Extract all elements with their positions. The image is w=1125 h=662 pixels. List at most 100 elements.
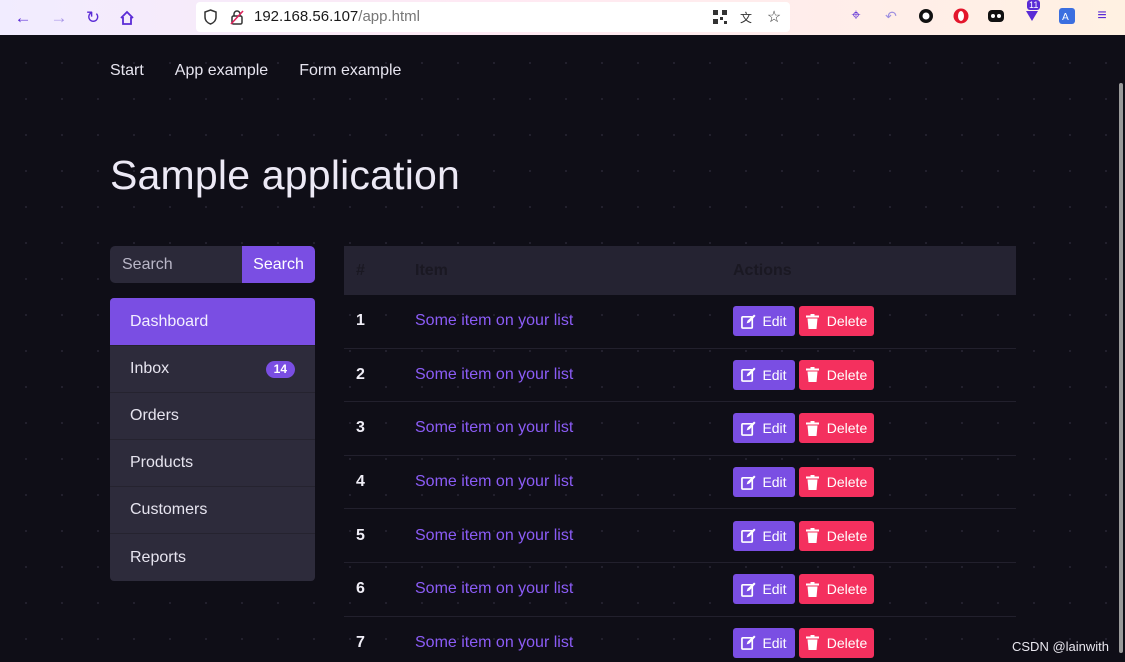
sidebar-item-label: Customers: [130, 501, 208, 518]
item-link[interactable]: Some item on your list: [415, 473, 573, 490]
url-text[interactable]: 192.168.56.107/app.html: [254, 8, 420, 25]
sidebar-item-inbox[interactable]: Inbox 14: [110, 346, 315, 393]
back-icon[interactable]: ←: [6, 0, 40, 35]
item-cell: Some item on your list: [415, 366, 733, 384]
edit-label: Edit: [762, 634, 787, 651]
reload-icon[interactable]: ↻: [76, 0, 110, 35]
row-number: 4: [356, 473, 365, 491]
search-input[interactable]: [110, 246, 242, 283]
column-header-number: #: [356, 261, 365, 279]
page-title: Sample application: [110, 152, 461, 198]
edit-icon: [741, 528, 756, 544]
insecure-lock-icon[interactable]: [228, 8, 246, 26]
crop-extension-icon[interactable]: ⌖: [846, 6, 866, 26]
edit-icon: [741, 421, 756, 436]
edit-button[interactable]: Edit: [733, 306, 795, 337]
sidebar-item-orders[interactable]: Orders: [110, 393, 315, 440]
edit-button[interactable]: Edit: [733, 574, 795, 605]
svg-text:A: A: [1062, 12, 1069, 23]
item-cell: Some item on your list: [415, 527, 733, 545]
sidebar-item-label: Orders: [130, 407, 179, 424]
edit-icon: [741, 314, 756, 329]
table-row: 2 Some item on your list Edit Delete: [344, 349, 1016, 403]
row-number: 5: [356, 526, 365, 544]
item-link[interactable]: Some item on your list: [415, 366, 573, 383]
sidebar-item-label: Reports: [130, 548, 187, 566]
nav-link-form-example[interactable]: Form example: [299, 62, 401, 80]
edit-button[interactable]: Edit: [733, 520, 795, 551]
edit-label: Edit: [762, 313, 787, 330]
edit-label: Edit: [762, 581, 787, 598]
trash-icon: [805, 313, 821, 329]
delete-button[interactable]: Delete: [799, 627, 874, 658]
sidebar-item-label: Products: [130, 454, 194, 471]
opera-extension-icon[interactable]: [951, 6, 971, 26]
delete-label: Delete: [826, 634, 868, 651]
delete-button[interactable]: Delete: [799, 467, 874, 498]
delete-button[interactable]: Delete: [799, 306, 874, 337]
edit-button[interactable]: Edit: [733, 413, 795, 444]
item-link[interactable]: Some item on your list: [415, 634, 573, 651]
edit-icon: [741, 582, 756, 597]
circle-extension-icon[interactable]: [916, 6, 936, 26]
forward-icon[interactable]: →: [42, 0, 76, 35]
item-cell: Some item on your list: [415, 312, 733, 330]
edit-icon: [741, 367, 756, 383]
actions-cell: Edit Delete: [733, 413, 1016, 444]
translate-icon[interactable]: 文: [737, 8, 755, 26]
delete-button[interactable]: Delete: [799, 359, 874, 390]
item-cell: Some item on your list: [415, 634, 733, 652]
delete-button[interactable]: Delete: [799, 574, 874, 605]
sidebar-item-dashboard[interactable]: Dashboard: [110, 298, 315, 346]
shield-icon[interactable]: [201, 8, 219, 26]
table-row: 7 Some item on your list Edit Delete: [344, 617, 1016, 662]
search-button[interactable]: Search: [242, 246, 315, 283]
trash-icon: [805, 420, 821, 436]
edit-icon: [741, 635, 756, 651]
address-bar[interactable]: 192.168.56.107/app.html 文 ☆: [196, 2, 790, 32]
item-link[interactable]: Some item on your list: [415, 419, 573, 436]
table-row: 4 Some item on your list Edit Delete: [344, 456, 1016, 510]
table-row: 5 Some item on your list Edit Delete: [344, 509, 1016, 563]
item-link[interactable]: Some item on your list: [415, 527, 573, 544]
mask-extension-icon[interactable]: [986, 6, 1006, 26]
item-cell: Some item on your list: [415, 473, 733, 491]
sidebar-item-label: Dashboard: [130, 312, 209, 330]
translate-extension-icon[interactable]: A: [1057, 6, 1077, 26]
sidebar-item-reports[interactable]: Reports: [110, 534, 315, 581]
bookmark-star-icon[interactable]: ☆: [765, 8, 783, 26]
row-number: 3: [356, 419, 365, 437]
scrollbar[interactable]: [1119, 83, 1123, 653]
download-extension-icon[interactable]: 11: [1022, 0, 1042, 26]
nav-link-start[interactable]: Start: [110, 62, 144, 80]
edit-label: Edit: [762, 366, 787, 383]
trash-icon: [805, 528, 821, 544]
actions-cell: Edit Delete: [733, 467, 1016, 498]
actions-cell: Edit Delete: [733, 306, 1016, 337]
nav-link-app-example[interactable]: App example: [175, 62, 268, 80]
delete-label: Delete: [826, 527, 868, 544]
sidebar-item-products[interactable]: Products: [110, 440, 315, 487]
home-icon[interactable]: [110, 0, 144, 35]
edit-button[interactable]: Edit: [733, 467, 795, 498]
sidebar-item-customers[interactable]: Customers: [110, 487, 315, 534]
item-cell: Some item on your list: [415, 419, 733, 437]
item-cell: Some item on your list: [415, 580, 733, 598]
delete-button[interactable]: Delete: [799, 520, 874, 551]
menu-icon[interactable]: ≡: [1092, 6, 1112, 26]
table-body: 1 Some item on your list Edit Delete 2 Some i…: [344, 295, 1016, 662]
item-link[interactable]: Some item on your list: [415, 312, 573, 329]
delete-button[interactable]: Delete: [799, 413, 874, 444]
qr-code-icon[interactable]: [711, 8, 729, 26]
page-body: Start App example Form example Sample ap…: [0, 35, 1125, 662]
edit-button[interactable]: Edit: [733, 359, 795, 390]
actions-cell: Edit Delete: [733, 359, 1016, 390]
undo-extension-icon[interactable]: ↶: [881, 6, 901, 26]
edit-button[interactable]: Edit: [733, 627, 795, 658]
row-number: 7: [356, 633, 365, 651]
delete-label: Delete: [826, 420, 868, 437]
trash-icon: [805, 581, 821, 597]
item-link[interactable]: Some item on your list: [415, 580, 573, 597]
sidebar: Dashboard Inbox 14 Orders Products Custo…: [110, 298, 315, 581]
row-number: 6: [356, 580, 365, 598]
